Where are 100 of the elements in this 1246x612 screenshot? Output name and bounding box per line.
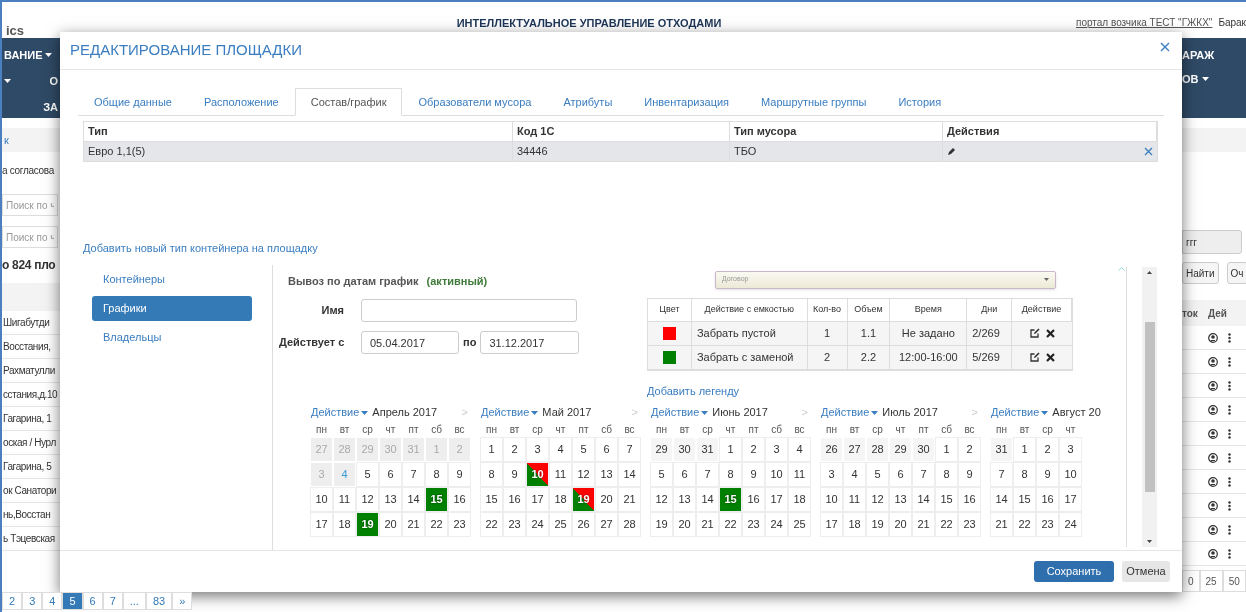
- month-title: Июнь 2017: [712, 405, 768, 421]
- table-row[interactable]: Евро 1,1(5) 34446 ТБО: [84, 142, 1157, 161]
- field-label: Действует с: [279, 335, 346, 351]
- page-button[interactable]: 83: [145, 592, 173, 610]
- scrollbar[interactable]: [1142, 266, 1157, 547]
- action-dropdown[interactable]: Действие: [311, 404, 369, 421]
- kebab-icon: [1228, 476, 1231, 487]
- remove-button[interactable]: [1144, 147, 1153, 156]
- delete-button[interactable]: [1045, 328, 1055, 338]
- edit-button[interactable]: [1029, 328, 1040, 338]
- column-header: Тип мусора: [730, 122, 943, 141]
- date-field[interactable]: 05.04.2017: [361, 331, 459, 354]
- calendar-day[interactable]: 15: [720, 487, 741, 511]
- date-field[interactable]: 31.12.2017: [480, 331, 580, 354]
- site-title: ИНТЕЛЛЕКТУАЛЬНОЕ УПРАВЛЕНИЕ ОТХОДАМИ: [456, 18, 722, 29]
- pin-icon: [1208, 404, 1218, 415]
- calendar-day[interactable]: 29: [651, 437, 672, 461]
- weekday-label: вс: [963, 423, 976, 437]
- chevron-up-icon: [1117, 266, 1125, 271]
- kebab-icon: [1228, 524, 1231, 535]
- delete-button[interactable]: [1045, 352, 1055, 362]
- calendar-day[interactable]: 30: [913, 437, 934, 461]
- caret-icon: [1044, 278, 1049, 281]
- nav-item[interactable]: АРАЖ: [1182, 48, 1215, 62]
- pin-icon: [1208, 356, 1218, 367]
- tab[interactable]: Атрибуты: [547, 88, 629, 116]
- tab[interactable]: Маршрутные группы: [745, 88, 883, 116]
- tab[interactable]: Расположение: [187, 88, 295, 116]
- action-dropdown[interactable]: Действие: [991, 404, 1049, 421]
- address-cell-text: Рахматулли: [2, 364, 55, 378]
- tab[interactable]: Инвентаризация: [628, 88, 746, 116]
- name-field[interactable]: [361, 299, 577, 322]
- tab[interactable]: Образователи мусора: [402, 88, 548, 116]
- page-button[interactable]: 5: [62, 592, 83, 610]
- breadcrumb-link[interactable]: к: [2, 131, 9, 149]
- weekday-label: ср: [701, 423, 714, 437]
- calendar-day[interactable]: 30: [674, 437, 695, 461]
- address-cell-text: ь Тэцевская: [2, 532, 55, 546]
- calendar-day[interactable]: 27: [844, 437, 865, 461]
- calendar-day[interactable]: 15: [426, 487, 447, 511]
- page-button[interactable]: 3: [22, 592, 43, 610]
- page-size-button[interactable]: 50: [1222, 570, 1246, 592]
- page-button[interactable]: 2: [2, 592, 23, 610]
- action-dropdown[interactable]: Действие: [821, 404, 879, 421]
- calendar-day[interactable]: 19: [357, 512, 378, 536]
- page-button[interactable]: 6: [82, 592, 103, 610]
- table-cell: Забрать пустой: [691, 321, 808, 345]
- tab[interactable]: Состав/график: [294, 88, 403, 116]
- status-label: (активный): [426, 273, 488, 289]
- calendar-day[interactable]: 31: [697, 437, 718, 461]
- page-size-button[interactable]: 0: [1182, 570, 1200, 592]
- close-icon: [1160, 41, 1170, 52]
- weekday-label: пт: [747, 423, 760, 437]
- portal-link[interactable]: портал возчика ТЕСТ "ГЖКХ": [1075, 18, 1213, 28]
- footer-button[interactable]: Сохранить: [1034, 561, 1114, 582]
- search-field[interactable]: Поиск по ч: [2, 194, 58, 216]
- tab[interactable]: Общие данные: [78, 88, 188, 116]
- action-dropdown[interactable]: Действие: [651, 404, 709, 421]
- close-icon: [1144, 147, 1153, 156]
- filter-button[interactable]: Оч: [1226, 262, 1246, 284]
- nav-item[interactable]: ОВ: [1182, 72, 1209, 86]
- month-title: Май 2017: [542, 405, 592, 421]
- edit-icon: [1029, 352, 1040, 362]
- weekday-label: сб: [940, 423, 953, 437]
- weekday-label: чт: [1064, 423, 1077, 437]
- tab[interactable]: История: [882, 88, 958, 116]
- edit-button[interactable]: [947, 147, 956, 156]
- nav-item[interactable]: ЗА: [4, 100, 60, 114]
- calendar-day[interactable]: 31: [991, 437, 1012, 461]
- table-cell: 2: [807, 345, 848, 369]
- side-nav-item[interactable]: Владельцы: [92, 324, 252, 350]
- address-cell-text: оская / Нурл: [2, 436, 56, 450]
- filter-button[interactable]: Найти: [1182, 262, 1219, 284]
- logo-text: ics: [6, 24, 26, 37]
- search-field[interactable]: Поиск по ч: [2, 226, 58, 248]
- page-size-button[interactable]: 25: [1199, 570, 1223, 592]
- edit-button[interactable]: [1029, 352, 1040, 362]
- action-dropdown[interactable]: Действие: [481, 404, 539, 421]
- scrollbar-thumb[interactable]: [1144, 321, 1155, 492]
- add-legend-link[interactable]: Добавить легенду: [647, 382, 740, 399]
- weekday-label: пт: [407, 423, 420, 437]
- page-button[interactable]: 7: [102, 592, 123, 610]
- page-button[interactable]: ...: [122, 592, 146, 610]
- address-cell-text: ок Санатори: [2, 484, 57, 498]
- nav-item[interactable]: О: [4, 74, 60, 88]
- column-header: Тип: [84, 122, 513, 141]
- calendar-day[interactable]: 28: [867, 437, 888, 461]
- page-button[interactable]: »: [172, 592, 193, 610]
- weekday-label: пн: [485, 423, 498, 437]
- side-nav-item[interactable]: Графики: [92, 295, 252, 321]
- pin-icon: [1208, 476, 1218, 487]
- add-container-link[interactable]: Добавить новый тип контейнера на площадку: [83, 240, 318, 257]
- footer-button[interactable]: Отмена: [1122, 561, 1170, 582]
- side-nav-item[interactable]: Контейнеры: [92, 266, 252, 292]
- calendar-day[interactable]: 26: [821, 437, 842, 461]
- page-button[interactable]: 4: [42, 592, 63, 610]
- pin-icon: [1208, 380, 1218, 391]
- calendar-day[interactable]: 29: [890, 437, 911, 461]
- nav-item[interactable]: ВАНИЕ: [4, 48, 60, 62]
- search-field[interactable]: ггг: [1182, 230, 1242, 254]
